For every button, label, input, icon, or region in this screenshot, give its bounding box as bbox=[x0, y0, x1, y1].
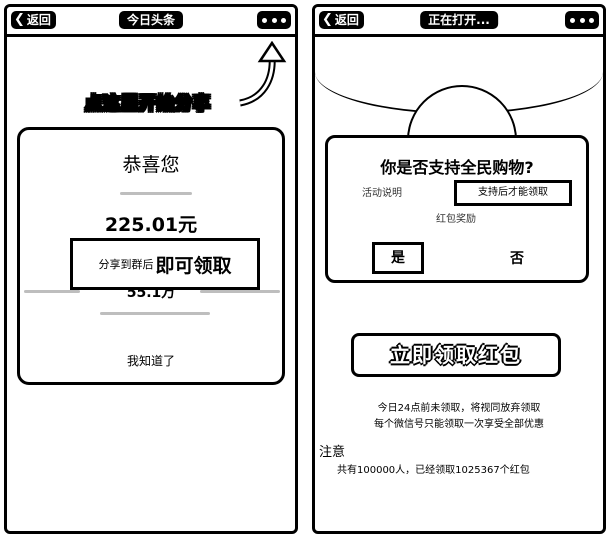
reward-amount: 225.01元 bbox=[104, 214, 198, 236]
back-label: 返回 bbox=[334, 13, 359, 27]
notice-text: 今日24点前未领取，将视同放弃领取 bbox=[377, 403, 541, 414]
back-button[interactable]: ❮ 返回 bbox=[11, 11, 56, 29]
more-dot-icon bbox=[261, 17, 267, 23]
more-dot-icon bbox=[569, 17, 575, 23]
page-title: 今日头条 bbox=[118, 11, 184, 29]
back-label: 返回 bbox=[26, 13, 51, 27]
share-hint-text: 点这里开始分享 bbox=[85, 94, 211, 115]
dismiss-button[interactable]: 我知道了 bbox=[20, 352, 282, 369]
no-button[interactable]: 否 bbox=[510, 248, 524, 268]
top-bar: ❮ 返回 今日头条 bbox=[7, 7, 295, 37]
question-description-2: 红包奖励 bbox=[436, 214, 476, 225]
modal-title: 恭喜您 bbox=[122, 154, 180, 176]
question-text: 你是否支持全民购物? bbox=[380, 158, 534, 177]
blurred-text bbox=[100, 312, 210, 315]
more-dot-icon bbox=[589, 17, 595, 23]
notice-text: 每个微信号只能领取一次享受全部优惠 bbox=[374, 419, 544, 430]
chevron-left-icon: ❮ bbox=[14, 12, 25, 27]
claim-red-packet-button[interactable]: 立即领取红包 bbox=[351, 333, 561, 377]
more-menu-button[interactable] bbox=[257, 11, 291, 29]
highlight-small-text: 分享到群后 bbox=[98, 258, 154, 271]
highlight-box: 分享到群后 即可领取 bbox=[70, 238, 260, 290]
reward-modal: 恭喜您 225.01元 55.1万 分享到群后 即可领取 我知道了 bbox=[17, 127, 285, 385]
page-title: 正在打开... bbox=[420, 11, 498, 29]
question-modal: 你是否支持全民购物? 活动说明 支持后才能领取 红包奖励 是 否 bbox=[325, 135, 589, 283]
yes-button[interactable]: 是 bbox=[372, 242, 424, 274]
chevron-left-icon: ❮ bbox=[322, 12, 333, 27]
highlight-big-text: 即可领取 bbox=[155, 254, 232, 277]
curved-arrow-icon bbox=[239, 41, 287, 107]
question-description: 活动说明 bbox=[362, 188, 402, 199]
phone-screen-right: ❮ 返回 正在打开... 你是否支持全民购物? 活动说明 支持后才能领取 红包奖… bbox=[312, 4, 606, 534]
rules-title: 注意 bbox=[319, 445, 346, 460]
top-bar: ❮ 返回 正在打开... bbox=[315, 7, 603, 37]
highlight-box: 支持后才能领取 bbox=[454, 180, 572, 206]
phone-screen-left: ❮ 返回 今日头条 点这里开始分享 恭喜您 225.01元 55.1万 分享到群… bbox=[4, 4, 298, 534]
more-menu-button[interactable] bbox=[565, 11, 599, 29]
more-dot-icon bbox=[271, 17, 277, 23]
more-dot-icon bbox=[281, 17, 287, 23]
rules-text: 共有100000人，已经领取1025367个红包 bbox=[337, 465, 530, 476]
blurred-text bbox=[120, 192, 192, 195]
back-button[interactable]: ❮ 返回 bbox=[319, 11, 364, 29]
more-dot-icon bbox=[579, 17, 585, 23]
